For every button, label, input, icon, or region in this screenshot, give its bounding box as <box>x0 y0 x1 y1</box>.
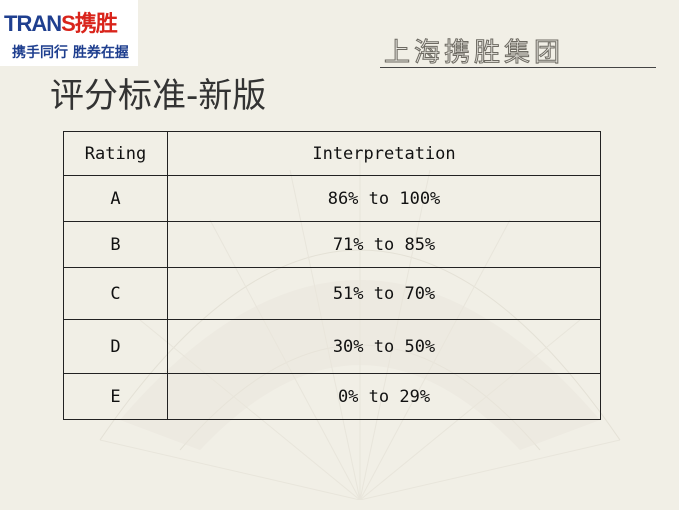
company-logo: TRANS携胜 携手同行 胜券在握 <box>0 0 138 66</box>
rating-cell: A <box>63 175 168 222</box>
interpretation-cell: 51% to 70% <box>167 267 601 320</box>
company-name: 上海携胜集团 <box>383 38 565 69</box>
slide-title: 评分标准-新版 <box>50 76 267 116</box>
header-rating: Rating <box>63 131 168 176</box>
rating-cell: B <box>63 221 168 268</box>
rating-cell: E <box>63 373 168 420</box>
rating-cell: C <box>63 267 168 320</box>
table-row: E 0% to 29% <box>63 373 601 420</box>
interpretation-cell: 30% to 50% <box>167 319 601 374</box>
rating-table: Rating Interpretation A 86% to 100% B 71… <box>63 131 601 420</box>
table-row: D 30% to 50% <box>63 319 601 374</box>
logo-brand-red: S <box>61 11 76 36</box>
logo-wordmark: TRANS携胜 <box>4 6 118 38</box>
table-header-row: Rating Interpretation <box>63 131 601 176</box>
interpretation-cell: 71% to 85% <box>167 221 601 268</box>
logo-brand-blue: TRAN <box>4 11 62 36</box>
logo-tagline: 携手同行 胜券在握 <box>12 45 129 61</box>
header-divider <box>380 67 656 68</box>
interpretation-cell: 86% to 100% <box>167 175 601 222</box>
rating-cell: D <box>63 319 168 374</box>
interpretation-cell: 0% to 29% <box>167 373 601 420</box>
table-row: B 71% to 85% <box>63 221 601 268</box>
table-row: C 51% to 70% <box>63 267 601 320</box>
logo-brand-cn: 携胜 <box>74 11 118 36</box>
table-row: A 86% to 100% <box>63 175 601 222</box>
header-interpretation: Interpretation <box>167 131 601 176</box>
